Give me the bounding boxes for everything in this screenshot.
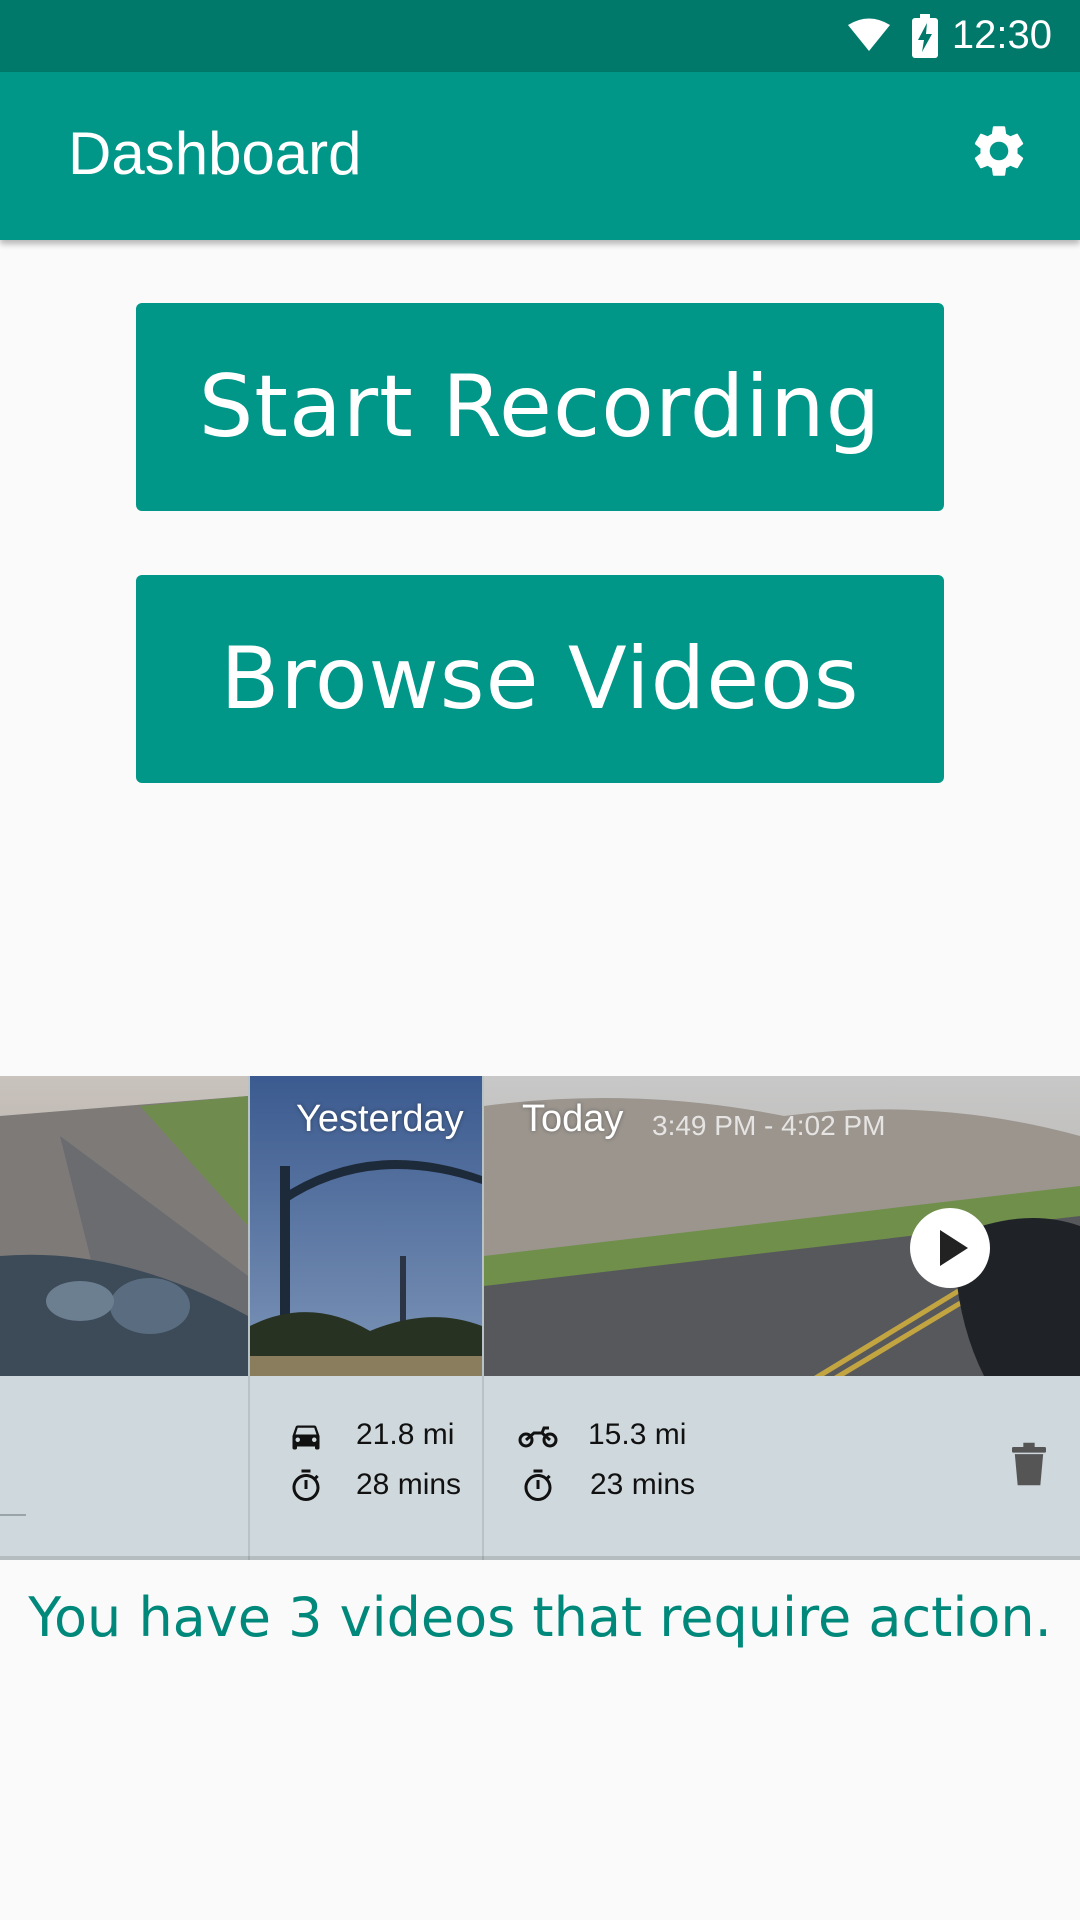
browse-videos-button[interactable]: Browse Videos [136,575,944,783]
ride-stats: 21.8 mi 28 mins [250,1376,482,1560]
ride-day-label: Yesterday [296,1098,464,1140]
ride-duration: 28 mins [356,1468,462,1501]
status-time: 12:30 [951,13,1052,57]
page-title: Dashboard [68,120,362,187]
ride-card-today[interactable]: Today 3:49 PM - 4:02 PM 15.3 mi 23 mins [484,1076,1080,1560]
gear-icon[interactable] [968,120,1030,182]
video-thumbnail [0,1076,248,1376]
ride-time-range: 3:49 PM - 4:02 PM [652,1110,886,1141]
timer-icon [292,1469,320,1501]
ride-stats: 15.3 mi 23 mins [484,1376,1080,1560]
ride-duration: 23 mins [590,1468,696,1501]
ride-card-yesterday[interactable]: Yesterday 21.8 mi 28 mins [250,1076,482,1560]
ride-distance: 21.8 mi [356,1418,455,1451]
start-recording-button[interactable]: Start Recording [136,303,944,511]
status-bar: 12:30 [0,0,1080,72]
carousel-shadow [0,1556,1080,1560]
trash-icon[interactable] [1012,1442,1046,1486]
ride-card[interactable] [0,1076,248,1560]
battery-charging-icon [912,14,938,58]
car-icon [292,1425,320,1450]
wifi-icon [848,18,890,51]
action-required-message[interactable]: You have 3 videos that require action. [0,1586,1080,1649]
motorcycle-icon [518,1426,558,1448]
ride-carousel[interactable]: Yesterday 21.8 mi 28 mins Today 3:49 PM … [0,1076,1080,1560]
play-button[interactable] [910,1208,990,1288]
play-icon [940,1230,968,1266]
ride-stats [0,1376,248,1560]
divider-line [0,1514,26,1516]
ride-distance: 15.3 mi [588,1418,687,1451]
app-bar: Dashboard [0,72,1080,240]
ride-day-label: Today [522,1098,624,1140]
timer-icon [524,1469,552,1501]
